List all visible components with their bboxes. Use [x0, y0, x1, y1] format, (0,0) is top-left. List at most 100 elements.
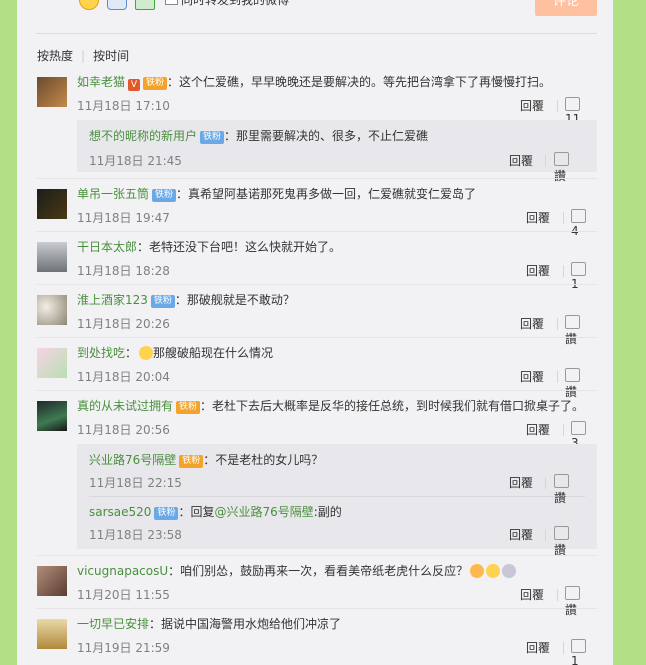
reply-time: 11月18日 22:15: [89, 476, 182, 490]
comment-time: 11月18日 19:47: [77, 211, 170, 225]
emoji-icon: [139, 346, 154, 360]
reply-button[interactable]: 回覆: [526, 209, 550, 226]
comment-username[interactable]: 单吊一张五筒: [77, 187, 149, 201]
fan-badge[interactable]: 铁粉: [143, 77, 168, 90]
comment-text: ：老特还没下台吧！这么快就开始了。: [137, 240, 342, 254]
sub-replies: 想不的昵称的新用户 铁粉 ：那里需要解决的、很多，不止仁爱礁 11月18日 21:4…: [77, 120, 597, 183]
reply-text: ：那里需要解决的、很多，不止仁爱礁: [224, 129, 429, 143]
fan-badge[interactable]: 铁粉: [150, 295, 175, 308]
divider: [36, 33, 597, 34]
comment-text: ：那破舰就是不敢动？: [174, 293, 295, 307]
submit-comment-button[interactable]: 评论: [535, 0, 597, 16]
avatar[interactable]: [37, 189, 67, 219]
fan-badge[interactable]: 铁粉: [154, 507, 179, 520]
comment-username[interactable]: 真的从未试过拥有: [77, 399, 173, 413]
action-separator: [545, 477, 546, 489]
laugh-emoji-icon: [470, 564, 485, 578]
fan-badge[interactable]: 铁粉: [200, 131, 225, 144]
comment-divider: [37, 178, 597, 179]
action-separator: [545, 529, 546, 541]
reply-username[interactable]: 想不的昵称的新用户: [89, 129, 197, 143]
sort-by-hot-tab[interactable]: 按热度: [37, 47, 73, 64]
like-button[interactable]: 讚: [565, 586, 597, 618]
like-count: 1: [571, 654, 579, 665]
reply-username[interactable]: 兴业路76号隔壁: [89, 453, 176, 467]
reply-button[interactable]: 回覆: [509, 152, 533, 169]
reply-button[interactable]: 回覆: [509, 526, 533, 543]
comment-username[interactable]: 干日本太郎: [77, 240, 137, 254]
sort-tabs: 按热度 | 按时间: [37, 47, 129, 64]
reply-button[interactable]: 回覆: [520, 368, 544, 385]
mention-link[interactable]: @兴业路76号隔壁: [214, 505, 313, 519]
reply-button[interactable]: 回覆: [526, 639, 550, 656]
action-separator: [557, 371, 558, 383]
shock-emoji-icon: [502, 564, 517, 578]
action-separator: [557, 318, 558, 330]
comment-divider: [37, 608, 597, 609]
sub-reply-item: 兴业路76号隔壁 铁粉 ：不是老杜的女儿吗？ 11月18日 22:15 回覆 讚: [77, 444, 597, 505]
vip-icon: V: [128, 79, 141, 91]
avatar[interactable]: [37, 401, 67, 431]
sub-replies: 兴业路76号隔壁 铁粉 ：不是老杜的女儿吗？ 11月18日 22:15 回覆 讚 s…: [77, 444, 597, 557]
comment-divider: [37, 555, 597, 556]
thumbs-up-icon: [571, 421, 586, 435]
reply-button[interactable]: 回覆: [520, 97, 544, 114]
avatar[interactable]: [37, 242, 67, 272]
comment-username[interactable]: 如幸老猫: [77, 75, 125, 89]
avatar[interactable]: [37, 566, 67, 596]
avatar[interactable]: [37, 348, 67, 378]
reply-text: ：不是老杜的女儿吗？: [203, 453, 324, 467]
like-button[interactable]: 讚: [554, 526, 585, 558]
fan-badge[interactable]: 铁粉: [152, 189, 177, 202]
thumbs-up-icon: [571, 639, 586, 653]
action-separator: [557, 589, 558, 601]
sort-by-time-tab[interactable]: 按时间: [93, 47, 129, 64]
like-button[interactable]: 讚: [565, 315, 597, 347]
comment-time: 11月18日 17:10: [77, 99, 170, 113]
like-count: 讚: [554, 169, 567, 183]
like-button[interactable]: 讚: [554, 152, 585, 184]
like-button[interactable]: 1: [571, 639, 597, 665]
comment-time: 11月19日 21:59: [77, 641, 170, 655]
sub-reply-item: sarsae520 铁粉 ：回复@兴业路76号隔壁:副的 11月18日 23:58 …: [77, 497, 597, 557]
reply-button[interactable]: 回覆: [520, 315, 544, 332]
thumbs-up-icon: [565, 315, 580, 329]
avatar[interactable]: [37, 295, 67, 325]
comment-time: 11月20日 11:55: [77, 588, 170, 602]
fan-badge[interactable]: 铁粉: [179, 455, 204, 468]
repost-checkbox[interactable]: [165, 0, 178, 5]
comment-text: ：这个仁爱礁，早早晚晚还是要解决的。等先把台湾拿下了再慢慢打扫。: [167, 75, 552, 89]
like-button[interactable]: 1: [571, 262, 597, 291]
like-button[interactable]: 4: [571, 209, 597, 238]
avatar[interactable]: [37, 77, 67, 107]
thumbs-up-icon: [565, 368, 580, 382]
reply-time: 11月18日 21:45: [89, 154, 182, 168]
reply-button[interactable]: 回覆: [509, 474, 533, 491]
thumbs-up-icon: [565, 97, 580, 111]
thumbs-up-icon: [554, 526, 569, 540]
comment-time: 11月18日 18:28: [77, 264, 170, 278]
reply-button[interactable]: 回覆: [526, 421, 550, 438]
like-button[interactable]: 讚: [565, 368, 597, 400]
comment-username[interactable]: 一切早已安排: [77, 617, 149, 631]
reply-username[interactable]: sarsae520: [89, 505, 151, 519]
comment-username[interactable]: 淮上酒家123: [77, 293, 148, 307]
comment-username[interactable]: vicugnapacosU: [77, 564, 168, 578]
action-separator: [557, 100, 558, 112]
comment-time: 11月18日 20:04: [77, 370, 170, 384]
thumbs-up-icon: [571, 262, 586, 276]
avatar[interactable]: [37, 619, 67, 649]
action-separator: [545, 155, 546, 167]
emoji-icon[interactable]: [79, 0, 99, 10]
reply-button[interactable]: 回覆: [520, 586, 544, 603]
reply-button[interactable]: 回覆: [526, 262, 550, 279]
comment-text: ：据说中国海警用水炮给他们冲凉了: [149, 617, 342, 631]
sort-separator: |: [81, 49, 86, 63]
comment-panel: 同时转发到我的微博 评论 按热度 | 按时间 如幸老猫 V 铁粉 ：这个仁爱礁，早早晚晚还…: [17, 0, 613, 665]
topic-icon[interactable]: [107, 0, 127, 10]
repost-checkbox-label: 同时转发到我的微博: [181, 0, 290, 7]
comment-username[interactable]: 到处找吃: [77, 346, 125, 360]
image-icon[interactable]: [135, 0, 155, 10]
action-separator: [563, 424, 564, 436]
fan-badge[interactable]: 铁粉: [176, 401, 201, 414]
